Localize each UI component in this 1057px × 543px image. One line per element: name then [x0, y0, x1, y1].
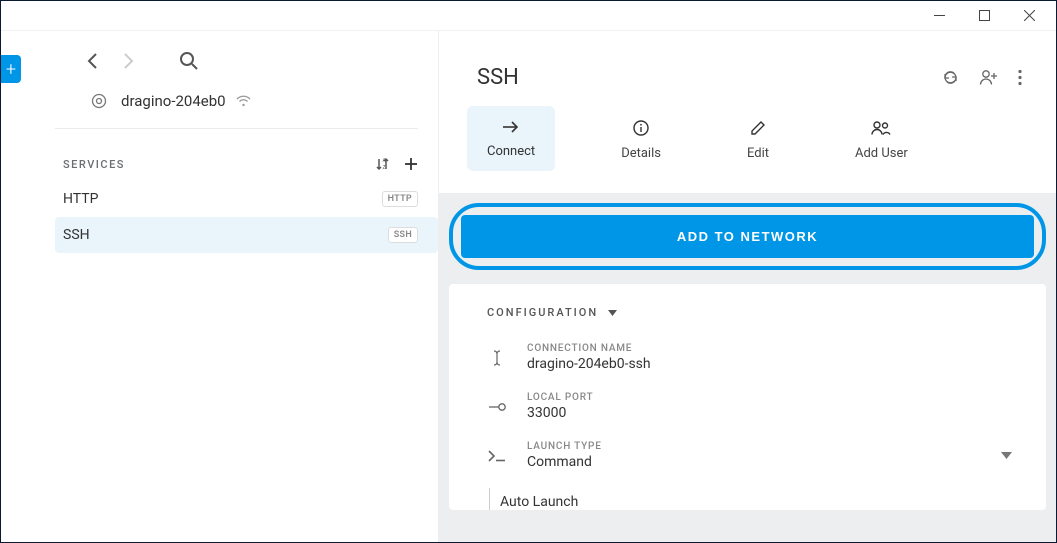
search-button[interactable]	[179, 51, 198, 70]
auto-launch-toggle[interactable]	[592, 496, 612, 508]
sidebar-nav-row	[55, 31, 438, 78]
action-connect[interactable]: Connect	[467, 106, 555, 171]
action-row: Connect Details Edit Add User	[439, 106, 1056, 193]
svg-text:Z: Z	[383, 165, 386, 171]
field-label: CONNECTION NAME	[527, 343, 1016, 354]
back-button[interactable]	[83, 52, 101, 70]
main-panel: SSH Connect	[439, 31, 1056, 542]
plus-icon: +	[6, 59, 16, 80]
minimize-button[interactable]	[917, 1, 962, 31]
action-edit[interactable]: Edit	[727, 106, 789, 171]
chevron-down-icon	[1001, 452, 1012, 459]
info-icon	[633, 120, 649, 136]
action-label: Connect	[487, 144, 535, 159]
sort-button[interactable]: AZ	[376, 157, 390, 171]
text-cursor-icon	[487, 349, 507, 367]
action-details[interactable]: Details	[601, 106, 681, 171]
add-network-highlight: ADD TO NETWORK	[449, 203, 1046, 270]
main-header: SSH	[439, 31, 1056, 106]
field-label: LAUNCH TYPE	[527, 441, 1001, 452]
action-label: Edit	[747, 146, 769, 161]
device-row[interactable]: dragino-204eb0	[55, 78, 418, 129]
field-value: Command	[527, 454, 1001, 470]
field-local-port: LOCAL PORT 33000	[479, 386, 1016, 435]
auto-launch-label: Auto Launch	[500, 494, 578, 510]
key-icon	[487, 402, 507, 412]
pencil-icon	[750, 120, 766, 136]
window-titlebar	[1, 1, 1056, 31]
action-label: Add User	[855, 146, 908, 161]
field-launch-type[interactable]: LAUNCH TYPE Command	[479, 435, 1016, 484]
services-label: SERVICES	[63, 158, 125, 171]
page-title: SSH	[477, 65, 519, 90]
more-menu-button[interactable]	[1018, 69, 1022, 86]
service-badge: SSH	[388, 227, 418, 243]
target-icon	[91, 93, 107, 109]
sidebar: dragino-204eb0 SERVICES AZ HTTP HTTP SSH…	[1, 31, 439, 542]
caret-down-icon	[608, 310, 617, 316]
action-label: Details	[621, 146, 661, 161]
forward-button[interactable]	[119, 52, 137, 70]
field-value[interactable]: 33000	[527, 405, 1016, 421]
close-button[interactable]	[1007, 1, 1052, 31]
field-connection-name: CONNECTION NAME dragino-204eb0-ssh	[479, 337, 1016, 386]
service-name: HTTP	[63, 191, 98, 207]
configuration-header[interactable]: CONFIGURATION	[487, 306, 1016, 319]
users-icon	[870, 120, 892, 136]
add-tab-button[interactable]: +	[1, 55, 21, 83]
service-badge: HTTP	[382, 191, 418, 207]
configuration-label: CONFIGURATION	[487, 306, 598, 319]
refresh-button[interactable]	[942, 69, 959, 86]
configuration-panel: CONFIGURATION CONNECTION NAME dragino-20…	[449, 284, 1046, 510]
add-to-network-button[interactable]: ADD TO NETWORK	[461, 215, 1034, 258]
service-name: SSH	[63, 227, 90, 243]
services-header: SERVICES AZ	[55, 129, 438, 181]
field-label: LOCAL PORT	[527, 392, 1016, 403]
arrow-right-icon	[502, 120, 520, 134]
service-item-http[interactable]: HTTP HTTP	[55, 181, 438, 217]
add-service-button[interactable]	[404, 157, 418, 171]
field-value[interactable]: dragino-204eb0-ssh	[527, 356, 1016, 372]
content-area: ADD TO NETWORK CONFIGURATION CONNECTION …	[439, 193, 1056, 542]
service-item-ssh[interactable]: SSH SSH	[55, 217, 438, 253]
add-user-icon-button[interactable]	[979, 69, 998, 86]
device-name: dragino-204eb0	[121, 92, 226, 110]
terminal-icon	[487, 450, 507, 462]
wifi-icon	[236, 95, 251, 107]
field-auto-launch: Auto Launch	[489, 488, 1016, 510]
action-add-user[interactable]: Add User	[835, 106, 928, 171]
maximize-button[interactable]	[962, 1, 1007, 31]
